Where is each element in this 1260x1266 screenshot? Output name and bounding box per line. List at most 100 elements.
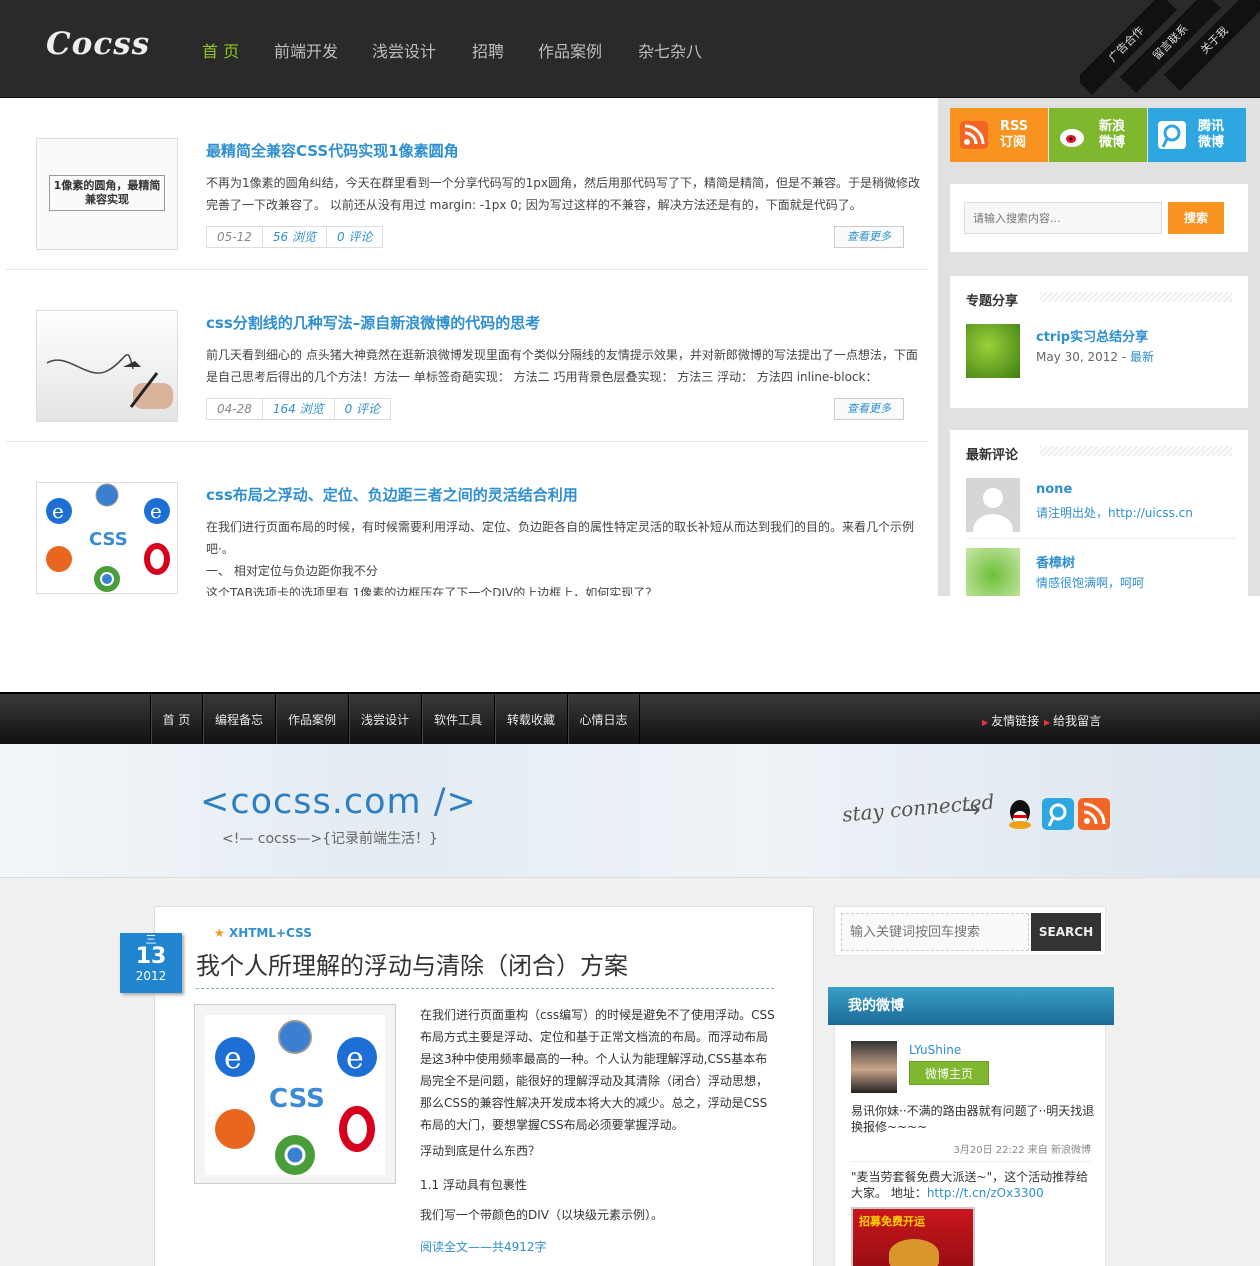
read-more-button[interactable]: 查看更多: [834, 398, 904, 420]
nav-works[interactable]: 作品案例: [538, 38, 602, 62]
nav-links[interactable]: ▶ 友情链接: [982, 712, 1039, 729]
weibo-post-meta: 3月20日 22:22 来自 新浪微博: [953, 1145, 1091, 1156]
tencent-weibo-icon: [1158, 121, 1186, 149]
burger-icon: [889, 1239, 939, 1266]
search-input[interactable]: [964, 202, 1162, 234]
topics-heading: 专题分享: [966, 294, 1019, 309]
nav-works[interactable]: 作品案例: [275, 694, 348, 746]
post-thumbnail[interactable]: e e CSS: [36, 482, 178, 594]
post-meta: 04-28 164 浏览 0 评论: [206, 398, 392, 420]
svg-text:e: e: [150, 499, 162, 523]
article-paragraph: 1.1 浮动具有包裹性: [420, 1178, 527, 1192]
date-year: 2012: [135, 969, 167, 983]
nav-diary[interactable]: 心情日志: [567, 694, 640, 746]
site1-screenshot: Cocss 首 页 前端开发 浅尝设计 招聘 作品案例 杂七杂八 广告合作 留言…: [0, 0, 1260, 596]
weibo-label-2: 微博: [1099, 135, 1126, 150]
site2-logo[interactable]: <cocss.com />: [200, 782, 477, 822]
tencent-weibo-icon[interactable]: [1042, 798, 1074, 830]
post-excerpt-line: 这个TAB选项卡的选项里有 1像素的边框压在了下一个DIV的上边框上，如何实现了…: [206, 586, 658, 596]
topic-thumbnail[interactable]: [966, 324, 1020, 378]
site1-post-list: 1像素的圆角，最精简兼容实现 最精简全兼容CSS代码实现1像素圆角 不再为1像素…: [0, 98, 938, 596]
topic-title[interactable]: ctrip实习总结分享: [1036, 326, 1148, 345]
commenter-name[interactable]: none: [1036, 482, 1072, 497]
weibo-post: 易讯你妹··不满的路由器就有问题了··明天找退换报修~~~~: [851, 1104, 1095, 1134]
tencent-label-1: 腾讯: [1198, 119, 1225, 134]
comment-text[interactable]: 请注明出处，http://uicss.cn: [1036, 504, 1193, 521]
arrow-right-icon: →: [962, 798, 981, 823]
post-comments[interactable]: 0 评论: [327, 227, 382, 247]
site2-banner: <cocss.com /> <!— cocss—>{记录前端生活！} stay …: [0, 744, 1260, 878]
avatar: [966, 548, 1020, 596]
svg-text:e: e: [346, 1041, 364, 1076]
tencent-weibo-button[interactable]: 腾讯 微博: [1148, 108, 1246, 162]
post-title[interactable]: css分割线的几种写法–源自新浪微博的代码的思考: [206, 312, 540, 333]
nav-design[interactable]: 浅尝设计: [348, 694, 421, 746]
nav-design[interactable]: 浅尝设计: [372, 38, 436, 62]
site2-nav-bar: 首 页 编程备忘 作品案例 浅尝设计 软件工具 转载收藏 心情日志 ▶ 友情链接 …: [0, 692, 1260, 746]
nav-jobs[interactable]: 招聘: [472, 38, 504, 62]
nav-favorites[interactable]: 转载收藏: [494, 694, 567, 746]
date-badge: 三 13 2012: [120, 933, 182, 993]
weibo-post-link[interactable]: http://t.cn/zOx3300: [927, 1186, 1044, 1200]
site1-sidebar: RSS订阅 新浪微博 腾讯微博 搜索 专题分享 ctrip实习总结分享 May …: [938, 98, 1260, 596]
article-paragraph: 我们写一个带颜色的DIV（以块级元素示例）。: [420, 1208, 663, 1222]
commenter-name[interactable]: 香樟树: [1036, 552, 1075, 571]
search-button[interactable]: 搜索: [1168, 202, 1224, 234]
svg-text:CSS: CSS: [89, 529, 128, 550]
post-views: 164 浏览: [263, 399, 335, 419]
browsers-css-icon: e e CSS: [46, 483, 170, 592]
post-title[interactable]: 最精简全兼容CSS代码实现1像素圆角: [206, 140, 459, 161]
nav-frontend[interactable]: 前端开发: [274, 38, 338, 62]
rss-icon[interactable]: [1078, 798, 1110, 830]
site2-screenshot: 首 页 编程备忘 作品案例 浅尝设计 软件工具 转载收藏 心情日志 ▶ 友情链接 …: [0, 692, 1260, 1266]
weibo-widget: 我的微博 LYuShine 微博主页 易讯你妹··不满的路由器就有问题了··明天…: [828, 987, 1114, 1266]
comments-box: 最新评论 none 请注明出处，http://uicss.cn 香樟树 情感很饱…: [950, 430, 1248, 596]
post-item: 1像素的圆角，最精简兼容实现 最精简全兼容CSS代码实现1像素圆角 不再为1像素…: [6, 98, 928, 270]
avatar[interactable]: [851, 1041, 897, 1093]
site2-slogan: <!— cocss—>{记录前端生活！}: [222, 831, 438, 847]
qq-icon[interactable]: [1004, 798, 1036, 830]
post-comments[interactable]: 0 评论: [335, 399, 390, 419]
corner-ribbons: 广告合作 留言联系 关于我: [1080, 0, 1260, 98]
post-thumbnail[interactable]: [36, 310, 178, 422]
nav-home[interactable]: 首 页: [150, 694, 202, 746]
read-more-button[interactable]: 查看更多: [834, 226, 904, 248]
weibo-post-image[interactable]: 招募免费开运: [851, 1207, 975, 1266]
article-image[interactable]: e e CSS: [194, 1004, 396, 1184]
article-paragraph: 在我们进行页面重构（css编写）的时候是避免不了使用浮动。CSS布局方式主要是浮…: [420, 1008, 775, 1132]
search-button[interactable]: SEARCH: [1031, 913, 1101, 951]
rss-subscribe-button[interactable]: RSS 订阅: [950, 108, 1048, 162]
browsers-css-icon: e e CSS: [205, 1015, 385, 1175]
comments-heading: 最新评论: [966, 448, 1019, 463]
weibo-home-button[interactable]: 微博主页: [909, 1061, 989, 1085]
post-views: 56 浏览: [263, 227, 327, 247]
star-icon: ★: [214, 926, 229, 940]
nav-message[interactable]: ▶ 给我留言: [1044, 712, 1101, 729]
sina-weibo-button[interactable]: 新浪 微博: [1049, 108, 1147, 162]
weibo-username[interactable]: LYuShine: [909, 1043, 961, 1057]
topic-tag[interactable]: 最新: [1130, 350, 1154, 364]
comment-text[interactable]: 情感很饱满啊，呵呵: [1036, 574, 1144, 591]
nav-misc[interactable]: 杂七杂八: [638, 38, 702, 62]
article-title[interactable]: 我个人所理解的浮动与清除（闭合）方案: [196, 946, 628, 981]
post-item: css分割线的几种写法–源自新浪微博的代码的思考 前几天看到细心的 点头猪大神竟…: [6, 270, 928, 442]
read-full-link[interactable]: 阅读全文——共4912字: [420, 1236, 776, 1258]
nav-notes[interactable]: 编程备忘: [202, 694, 275, 746]
post-thumbnail[interactable]: 1像素的圆角，最精简兼容实现: [36, 138, 178, 250]
nav-home[interactable]: 首 页: [202, 38, 239, 62]
article-category[interactable]: ★ XHTML+CSS: [214, 926, 312, 940]
site1-logo[interactable]: Cocss: [46, 26, 150, 62]
weibo-label-1: 新浪: [1099, 119, 1126, 134]
pen-drawing-icon: [46, 354, 173, 409]
heading-stripe: [1040, 292, 1232, 302]
article-paragraph: 浮动到底是什么东西？: [420, 1144, 541, 1158]
svg-text:e: e: [52, 499, 64, 523]
tencent-label-2: 微博: [1198, 135, 1225, 150]
post-title[interactable]: css布局之浮动、定位、负边距三者之间的灵活结合利用: [206, 484, 578, 505]
search-input[interactable]: [841, 913, 1029, 951]
svg-text:e: e: [224, 1041, 242, 1076]
post-date: 05-12: [207, 227, 263, 247]
nav-tools[interactable]: 软件工具: [421, 694, 494, 746]
rss-label-1: RSS: [1000, 119, 1029, 134]
topics-box: 专题分享 ctrip实习总结分享 May 30, 2012 - 最新: [950, 276, 1248, 408]
